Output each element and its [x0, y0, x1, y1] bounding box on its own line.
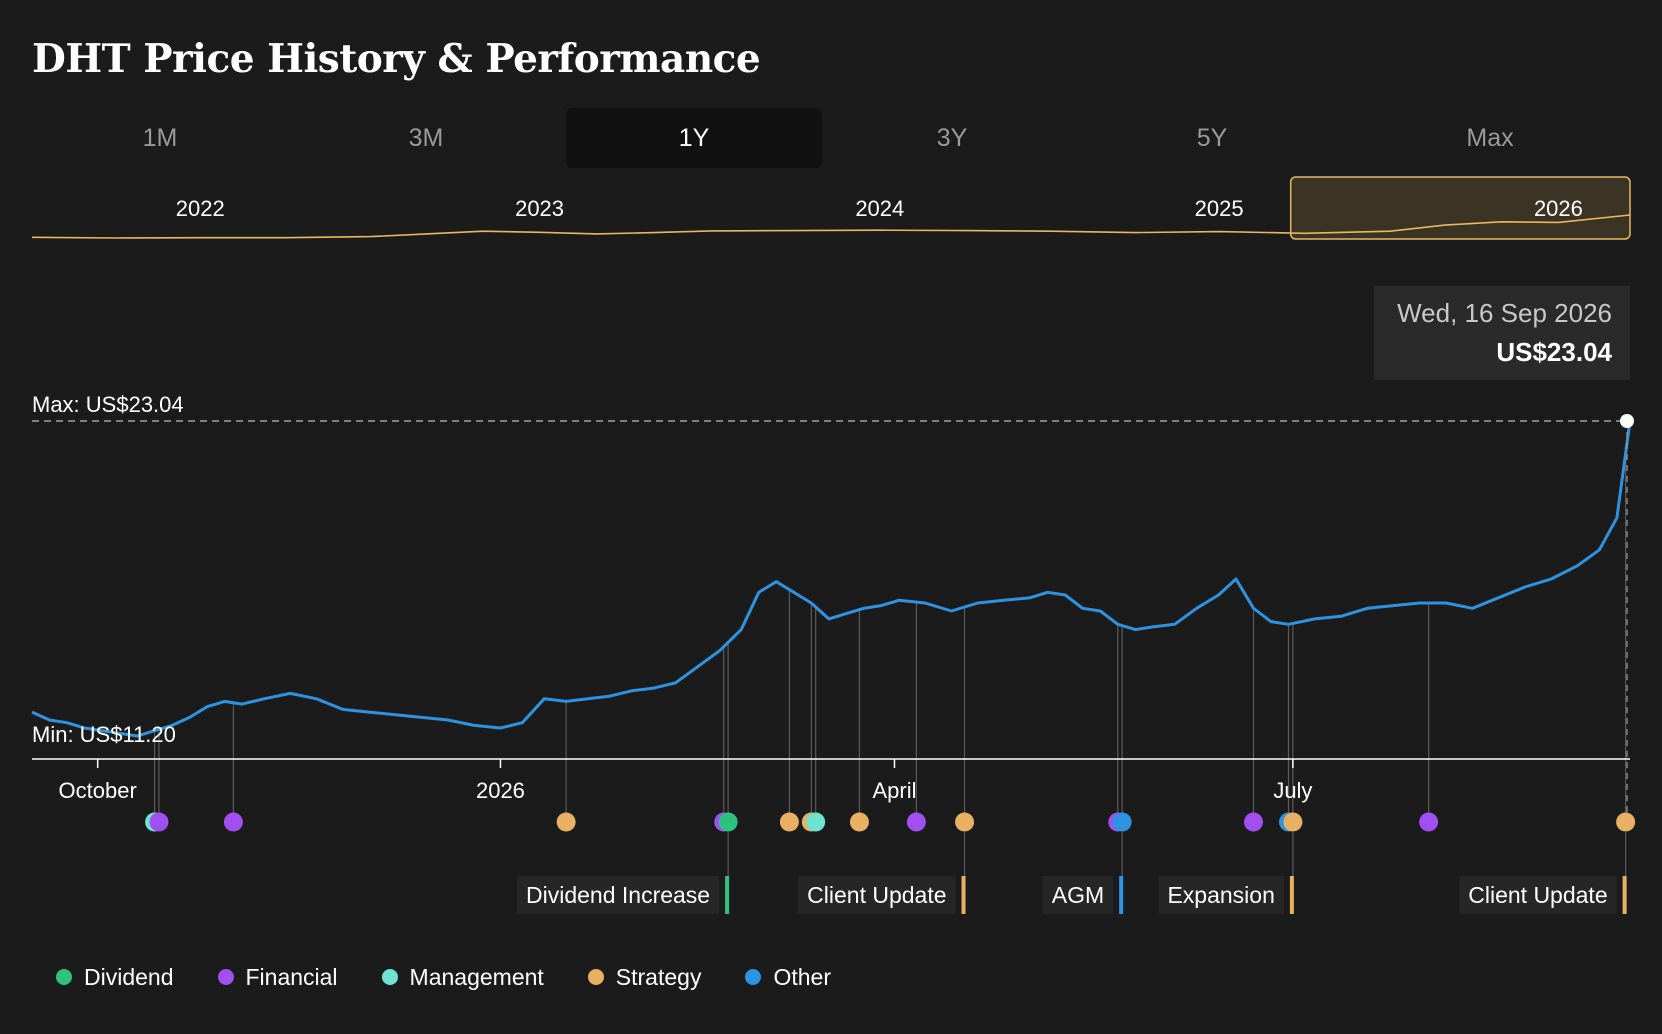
- legend-label: Strategy: [615, 963, 702, 990]
- event-label-accent: [1622, 876, 1627, 914]
- dividend-dot-icon: [56, 969, 72, 985]
- event-marker-management[interactable]: [806, 812, 826, 832]
- event-label-accent: [961, 876, 966, 914]
- event-marker-strategy[interactable]: [849, 812, 869, 832]
- event-marker-strategy[interactable]: [779, 812, 799, 832]
- event-marker-financial[interactable]: [1419, 812, 1439, 832]
- min-label: Min: US$11.20: [32, 722, 176, 747]
- event-marker-financial[interactable]: [1243, 812, 1263, 832]
- event-marker-strategy[interactable]: [556, 812, 576, 832]
- overview-year-label: 2024: [855, 196, 904, 221]
- x-tick-label: April: [872, 778, 916, 803]
- tooltip-date: Wed, 16 Sep 2026: [1397, 298, 1612, 328]
- x-tick-label: October: [59, 778, 137, 803]
- legend-label: Management: [409, 963, 544, 990]
- legend-label: Financial: [245, 963, 338, 990]
- legend-item-management[interactable]: Management: [381, 963, 544, 991]
- overview-year-label: 2022: [176, 196, 225, 221]
- max-label: Max: US$23.04: [32, 392, 184, 417]
- event-label-text: Client Update: [1468, 882, 1607, 908]
- event-label-accent: [725, 876, 730, 914]
- tooltip-price: US$23.04: [1496, 337, 1612, 367]
- overview-year-label: 2025: [1195, 196, 1244, 221]
- event-marker-dividend[interactable]: [718, 812, 738, 832]
- legend: Dividend Financial Management Strategy O…: [56, 962, 875, 992]
- strategy-dot-icon: [587, 969, 604, 985]
- legend-label: Dividend: [84, 963, 174, 990]
- event-marker-strategy[interactable]: [1616, 812, 1636, 832]
- overview-year-label: 2026: [1534, 196, 1583, 221]
- event-marker-strategy[interactable]: [955, 812, 975, 832]
- event-label-text: Client Update: [807, 882, 946, 908]
- legend-item-financial[interactable]: Financial: [217, 963, 338, 991]
- price-line: [31, 420, 1632, 738]
- financial-dot-icon: [217, 969, 234, 985]
- other-dot-icon: [745, 969, 762, 985]
- x-tick-label: 2026: [476, 778, 525, 803]
- x-tick-label: July: [1273, 778, 1312, 803]
- price-tooltip: Wed, 16 Sep 2026 US$23.04: [1374, 286, 1630, 380]
- management-dot-icon: [381, 969, 398, 985]
- event-label-text: Dividend Increase: [526, 882, 710, 908]
- legend-item-other[interactable]: Other: [745, 964, 831, 991]
- legend-label: Other: [773, 963, 831, 990]
- event-label-text: Expansion: [1167, 882, 1274, 908]
- event-marker-financial[interactable]: [223, 812, 243, 832]
- event-marker-financial[interactable]: [149, 812, 169, 832]
- legend-item-dividend[interactable]: Dividend: [56, 964, 174, 991]
- hover-point: [1620, 414, 1634, 428]
- legend-item-strategy[interactable]: Strategy: [587, 963, 702, 991]
- overview-year-label: 2023: [515, 196, 564, 221]
- event-marker-financial[interactable]: [906, 812, 926, 832]
- event-marker-strategy[interactable]: [1283, 812, 1303, 832]
- event-label-accent: [1289, 876, 1294, 914]
- price-chart[interactable]: 2022 2023 2024 2025 2026 Max: US$23.04 Min: US…: [0, 0, 1662, 1034]
- event-label-accent: [1119, 876, 1124, 914]
- event-marker-other[interactable]: [1112, 812, 1132, 832]
- event-label-text: AGM: [1052, 882, 1104, 908]
